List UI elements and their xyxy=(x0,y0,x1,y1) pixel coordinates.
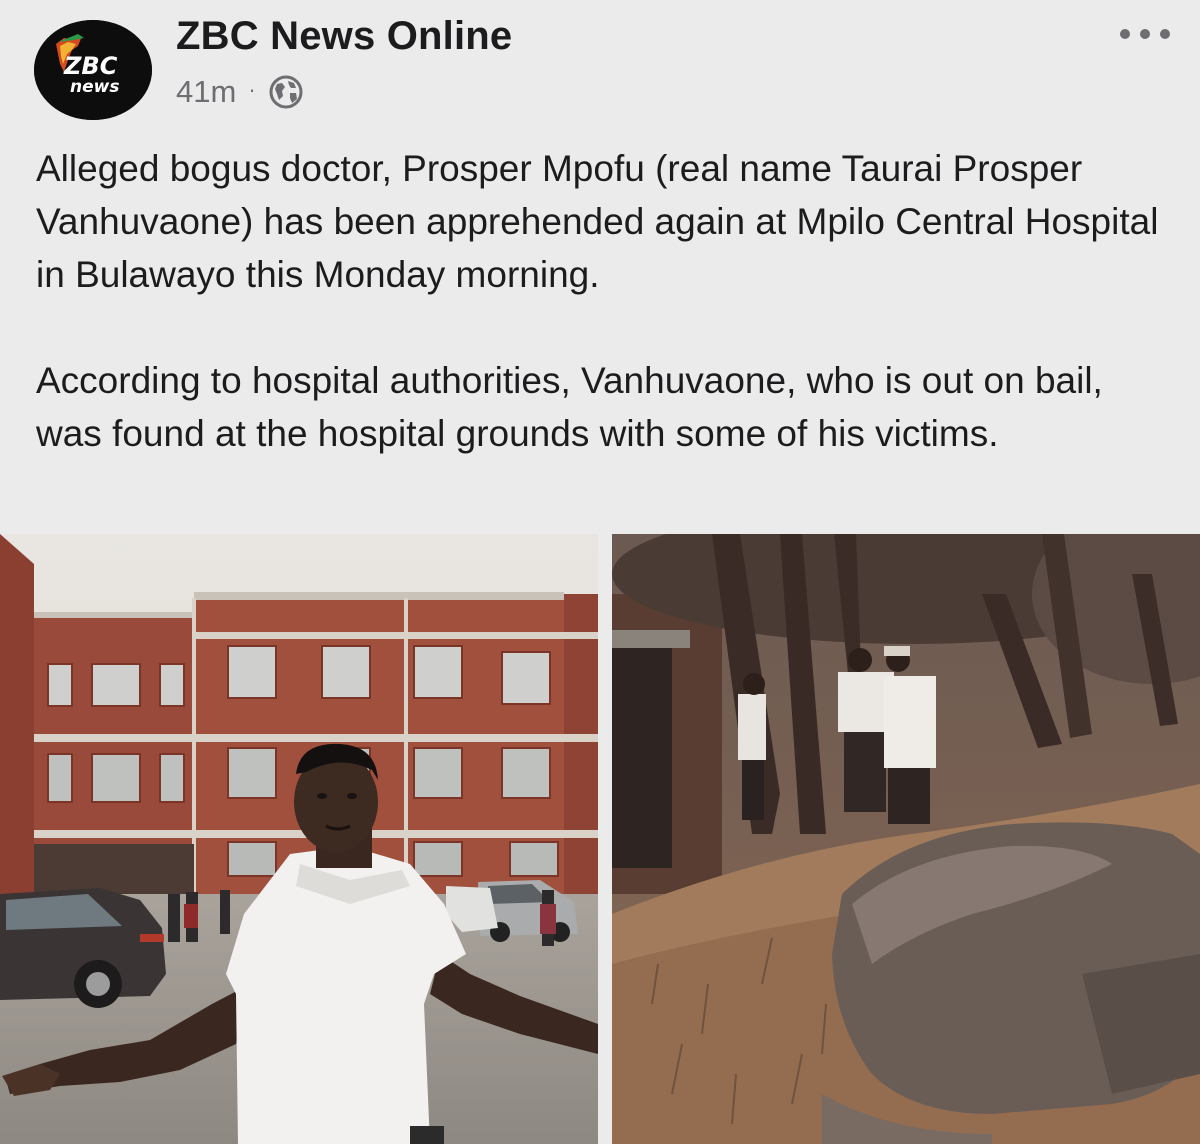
globe-icon xyxy=(268,74,304,110)
more-dot xyxy=(1160,29,1170,39)
post-paragraph: According to hospital authorities, Vanhu… xyxy=(36,360,1103,454)
svg-text:ZBC: ZBC xyxy=(63,52,118,80)
post-header: ZBC news ZBC News Online 41m · xyxy=(0,0,1200,132)
more-dot xyxy=(1140,29,1150,39)
post-photo-hospital[interactable] xyxy=(0,534,598,1144)
post-timestamp[interactable]: 41m xyxy=(176,74,236,110)
more-dot xyxy=(1120,29,1130,39)
svg-text:news: news xyxy=(70,77,119,97)
meta-separator: · xyxy=(248,77,256,102)
zbc-news-logo: ZBC news xyxy=(34,20,152,120)
post-photo-grid xyxy=(0,534,1200,1144)
post-paragraph: Alleged bogus doctor, Prosper Mpofu (rea… xyxy=(36,148,1159,295)
facebook-post: ZBC news ZBC News Online 41m · Alleged b… xyxy=(0,0,1200,1144)
page-name-link[interactable]: ZBC News Online xyxy=(176,14,512,59)
post-body: Alleged bogus doctor, Prosper Mpofu (rea… xyxy=(36,142,1176,460)
post-meta: 41m · xyxy=(176,72,304,112)
more-options-button[interactable] xyxy=(1120,22,1170,46)
page-avatar[interactable]: ZBC news xyxy=(34,20,152,120)
post-photo-grounds[interactable] xyxy=(612,534,1200,1144)
